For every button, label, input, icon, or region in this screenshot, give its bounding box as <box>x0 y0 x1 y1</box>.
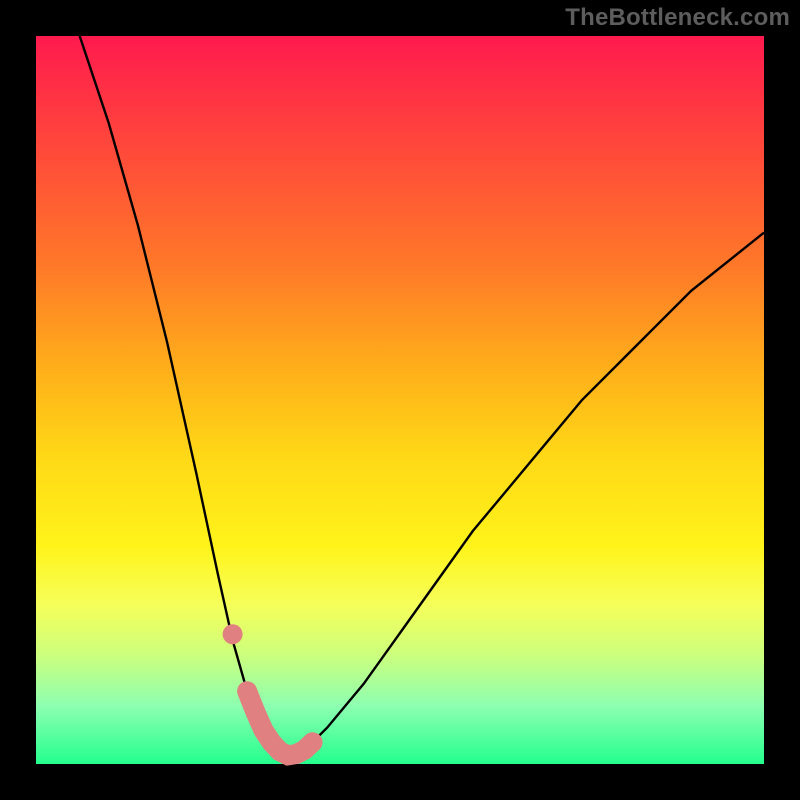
bottleneck-curve <box>80 36 764 757</box>
curve-layer <box>36 36 764 764</box>
optimal-band <box>247 691 313 755</box>
watermark-text: TheBottleneck.com <box>565 4 790 32</box>
optimal-marker-dot <box>223 624 243 644</box>
chart-frame: TheBottleneck.com <box>0 0 800 800</box>
plot-area <box>36 36 764 764</box>
